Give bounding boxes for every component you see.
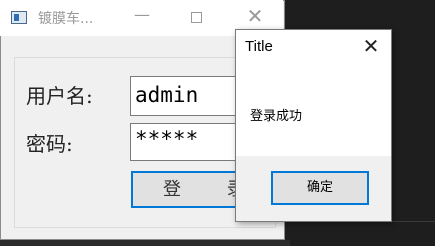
dialog-title: Title (245, 38, 273, 55)
password-label: 密码: (26, 132, 73, 156)
window-title: 镀膜车... (38, 11, 94, 27)
maximize-button[interactable] (191, 12, 202, 23)
app-icon (11, 11, 27, 24)
dialog-close-button[interactable]: ✕ (360, 34, 382, 58)
background-divider (392, 221, 435, 222)
background-editor (392, 0, 435, 246)
dialog-message: 登录成功 (250, 109, 303, 124)
ok-button[interactable]: 确定 (271, 171, 369, 205)
minimize-button[interactable]: — (127, 5, 157, 24)
username-label: 用户名: (26, 84, 93, 108)
background-strip (0, 240, 290, 246)
close-button[interactable]: ✕ (240, 4, 270, 28)
